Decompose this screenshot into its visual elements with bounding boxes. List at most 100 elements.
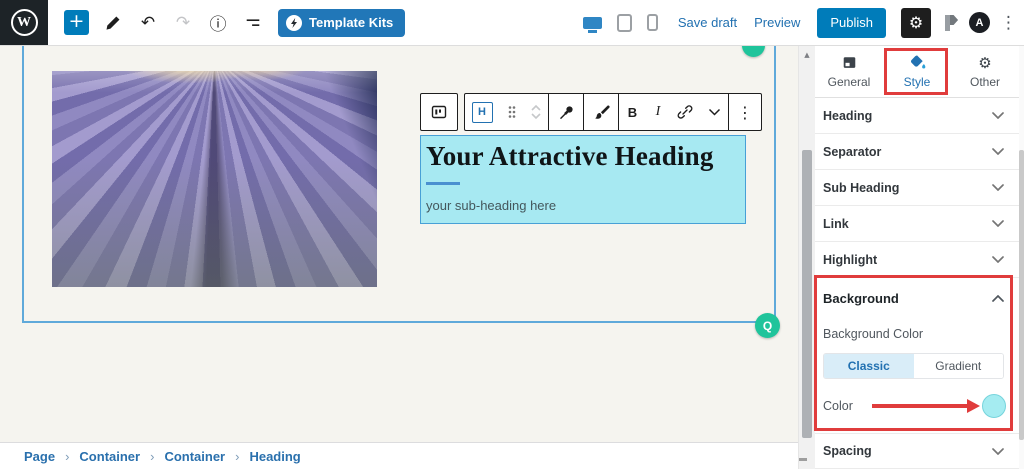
color-row: Color — [823, 393, 1004, 419]
chevron-down-icon — [708, 108, 721, 116]
container-handle-bottom[interactable]: Q — [755, 313, 780, 338]
tab-other[interactable]: ⚙ Other — [951, 46, 1019, 97]
wordpress-logo[interactable]: W — [0, 0, 48, 45]
accordion-spacing[interactable]: Spacing — [815, 433, 1019, 469]
chevron-down-icon — [992, 448, 1004, 455]
wordpress-w-icon: W — [11, 9, 38, 36]
breadcrumb-item-container-1[interactable]: Container — [79, 449, 140, 464]
editor-canvas: H — [0, 46, 798, 469]
mobile-preview-icon[interactable] — [647, 14, 658, 31]
chevron-down-icon — [992, 256, 1004, 263]
breadcrumb-separator: › — [150, 449, 154, 464]
subheading-text[interactable]: your sub-heading here — [426, 198, 739, 213]
plugin-flag-button[interactable] — [940, 12, 960, 34]
pin-settings-button[interactable] — [549, 94, 583, 130]
desktop-preview-icon[interactable] — [583, 17, 602, 29]
heading-block[interactable]: Your Attractive Heading your sub-heading… — [420, 135, 746, 224]
classic-option[interactable]: Classic — [824, 354, 914, 378]
accordion-sub-heading-label: Sub Heading — [823, 181, 899, 195]
pennant-p-icon — [940, 12, 960, 34]
list-view-button[interactable] — [242, 12, 264, 34]
save-draft-link[interactable]: Save draft — [678, 15, 737, 30]
options-kebab-button[interactable]: ⋮ — [1000, 13, 1014, 33]
chevron-down-icon — [992, 184, 1004, 191]
edit-pencil-button[interactable] — [102, 12, 124, 34]
list-view-icon — [244, 14, 262, 32]
general-squares-icon — [841, 54, 858, 71]
chevron-up-icon — [992, 295, 1004, 302]
tab-other-label: Other — [970, 75, 1000, 89]
preview-link[interactable]: Preview — [754, 15, 800, 30]
breadcrumb-item-container-2[interactable]: Container — [164, 449, 225, 464]
other-gear-icon: ⚙ — [978, 54, 991, 71]
bold-button[interactable]: B — [619, 94, 646, 130]
background-panel: Background Background Color Classic Grad… — [815, 278, 1019, 431]
drag-dots-icon — [506, 104, 518, 120]
tab-general[interactable]: General — [815, 46, 883, 97]
scrollbar-up-arrow[interactable]: ▲ — [799, 51, 815, 59]
move-up-down-icon — [529, 102, 543, 122]
breadcrumb: Page › Container › Container › Heading — [0, 442, 798, 469]
style-brush-button[interactable] — [584, 94, 618, 130]
link-chain-icon — [676, 103, 694, 121]
link-button[interactable] — [670, 94, 700, 130]
breadcrumb-item-heading[interactable]: Heading — [249, 449, 300, 464]
template-kits-label: Template Kits — [309, 15, 393, 30]
annotation-box-style-tab — [884, 48, 948, 95]
lavender-field-image[interactable] — [52, 71, 377, 287]
breadcrumb-item-page[interactable]: Page — [24, 449, 55, 464]
sidebar-tabs: General Style ⚙ Other — [815, 46, 1019, 98]
container-block-icon — [429, 102, 449, 122]
settings-gear-button[interactable]: ⚙ — [901, 8, 931, 38]
block-options-kebab-button[interactable]: ⋮ — [729, 94, 761, 130]
details-info-button[interactable]: ⓘ — [207, 12, 229, 34]
pencil-icon — [104, 14, 122, 32]
astra-button[interactable]: A — [969, 12, 990, 33]
canvas-scrollbar-end — [799, 458, 807, 461]
accordion-spacing-label: Spacing — [823, 444, 872, 458]
publish-button[interactable]: Publish — [817, 8, 886, 38]
accordion-separator-label: Separator — [823, 145, 881, 159]
tab-general-label: General — [828, 75, 871, 89]
select-parent-block-button[interactable] — [421, 94, 457, 130]
chevron-down-icon — [992, 220, 1004, 227]
editor-topbar: W + ↶ ↷ ⓘ Template Kits Save draft Previ… — [0, 0, 1024, 46]
accordion-heading[interactable]: Heading — [815, 98, 1019, 134]
tablet-preview-icon[interactable] — [617, 14, 632, 32]
block-mover[interactable] — [524, 94, 548, 130]
accordion-link-label: Link — [823, 217, 849, 231]
canvas-scrollbar-thumb[interactable] — [802, 150, 812, 438]
accordion-heading-label: Heading — [823, 109, 872, 123]
accordion-separator[interactable]: Separator — [815, 134, 1019, 170]
heading-text[interactable]: Your Attractive Heading — [426, 141, 739, 172]
sidebar-scrollbar — [1019, 46, 1024, 469]
template-kits-button[interactable]: Template Kits — [278, 9, 405, 37]
annotation-arrow — [872, 399, 980, 413]
add-block-button[interactable]: + — [64, 10, 89, 35]
redo-button[interactable]: ↷ — [172, 12, 194, 34]
breadcrumb-separator: › — [65, 449, 69, 464]
block-toolbar: H — [420, 93, 762, 131]
undo-button[interactable]: ↶ — [137, 12, 159, 34]
sidebar-scrollbar-thumb[interactable] — [1019, 150, 1024, 440]
italic-button[interactable]: I — [646, 94, 670, 130]
canvas-scrollbar: ▲ — [798, 46, 815, 469]
accordion-sub-heading[interactable]: Sub Heading — [815, 170, 1019, 206]
accordion-highlight[interactable]: Highlight — [815, 242, 1019, 278]
color-label: Color — [823, 399, 853, 413]
chevron-down-icon — [992, 112, 1004, 119]
color-swatch[interactable] — [982, 394, 1006, 418]
heading-block-type-button[interactable]: H — [465, 94, 499, 130]
gradient-option[interactable]: Gradient — [914, 354, 1004, 378]
brush-icon — [592, 103, 611, 122]
accordion-background[interactable]: Background — [823, 291, 1004, 306]
format-dropdown-button[interactable] — [700, 94, 728, 130]
accordion-highlight-label: Highlight — [823, 253, 877, 267]
background-type-toggle: Classic Gradient — [823, 353, 1004, 379]
chevron-down-icon — [992, 148, 1004, 155]
drag-handle[interactable] — [499, 94, 524, 130]
heading-separator-line — [426, 182, 460, 185]
background-color-label: Background Color — [823, 327, 1004, 341]
accordion-link[interactable]: Link — [815, 206, 1019, 242]
settings-sidebar: General Style ⚙ Other Heading Separator … — [815, 46, 1019, 469]
